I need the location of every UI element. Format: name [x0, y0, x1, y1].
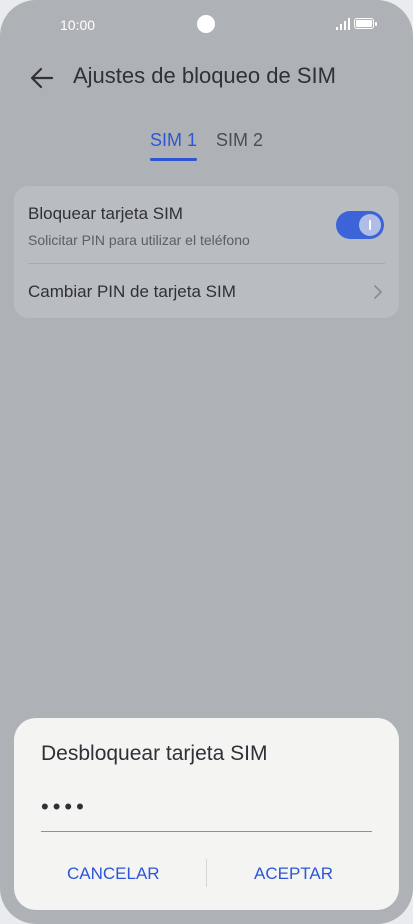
app-bar: Ajustes de bloqueo de SIM: [0, 58, 413, 98]
tab-sim-2[interactable]: SIM 2: [216, 130, 263, 151]
phone-screen: 10:00 Ajustes de bloqueo de SIM SIM 1 SI…: [0, 0, 413, 924]
lock-sim-toggle[interactable]: [336, 211, 384, 239]
pin-input[interactable]: ••••: [41, 796, 88, 818]
status-bar: 10:00: [0, 0, 413, 50]
accept-button[interactable]: ACEPTAR: [254, 864, 333, 884]
tab-sim-1[interactable]: SIM 1: [150, 130, 197, 151]
pin-input-underline: [41, 831, 372, 832]
divider: [28, 263, 385, 264]
battery-icon: [354, 18, 377, 29]
chevron-right-icon: [374, 285, 382, 299]
dialog-title: Desbloquear tarjeta SIM: [41, 742, 268, 765]
change-pin-item[interactable]: Cambiar PIN de tarjeta SIM: [28, 282, 236, 302]
tab-indicator: [150, 158, 197, 161]
status-time: 10:00: [60, 17, 96, 33]
signal-icon: [336, 18, 350, 30]
toggle-knob: [359, 214, 381, 236]
sim-tabs: SIM 1 SIM 2: [0, 130, 413, 164]
settings-card: Bloquear tarjeta SIM Solicitar PIN para …: [14, 186, 399, 318]
front-camera: [197, 15, 215, 33]
lock-sim-title: Bloquear tarjeta SIM: [28, 204, 183, 223]
page-title: Ajustes de bloqueo de SIM: [73, 63, 336, 88]
button-separator: [206, 859, 207, 887]
unlock-sim-dialog: Desbloquear tarjeta SIM •••• CANCELAR AC…: [14, 718, 399, 910]
arrow-left-icon[interactable]: [28, 64, 56, 92]
lock-sim-subtitle: Solicitar PIN para utilizar el teléfono: [28, 232, 250, 248]
cancel-button[interactable]: CANCELAR: [67, 864, 160, 884]
